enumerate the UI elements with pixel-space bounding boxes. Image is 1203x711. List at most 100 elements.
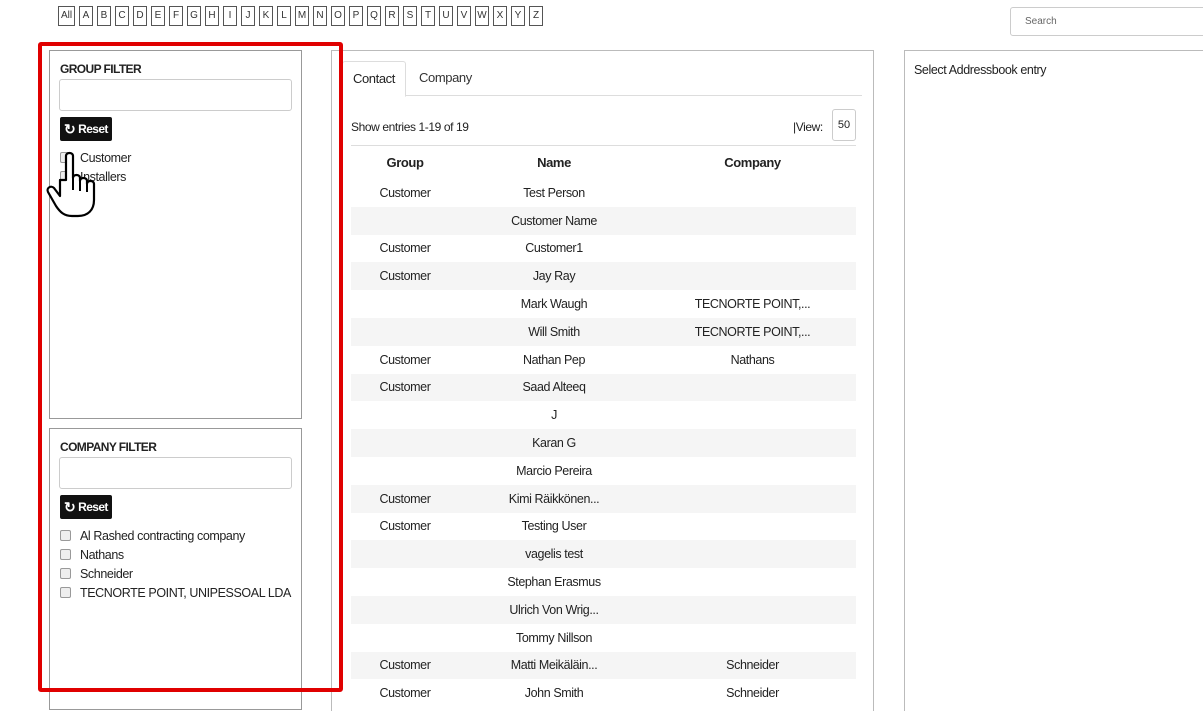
cell-name: Mark Waugh [520, 297, 588, 312]
company-reset-button[interactable]: ↻ Reset [60, 495, 112, 519]
group-reset-label: Reset [78, 122, 108, 136]
table-row[interactable]: Customer Nathan Pep Nathans [351, 346, 856, 374]
table-row[interactable]: Customer Testing User [351, 513, 856, 541]
letter-filter-y[interactable]: Y [511, 6, 525, 26]
letter-filter-z[interactable]: Z [529, 6, 543, 26]
company-filter-item[interactable]: Nathans [60, 545, 291, 564]
cell-name: Jay Ray [532, 269, 576, 284]
page-size-select[interactable]: 50 [832, 109, 856, 141]
cell-name: Customer1 [525, 241, 583, 256]
cell-name: Kimi Räikkönen... [508, 491, 600, 506]
cell-company: Schneider [726, 658, 779, 673]
letter-filter-k[interactable]: K [259, 6, 273, 26]
table-header-row: Group Name Company [351, 146, 856, 179]
search-input[interactable] [1010, 7, 1203, 36]
group-reset-button[interactable]: ↻ Reset [60, 117, 112, 141]
table-row[interactable]: Customer Name [351, 206, 856, 235]
cell-name: Ulrich Von Wrig... [509, 602, 599, 617]
letter-filter-t[interactable]: T [421, 6, 435, 26]
cell-group: Customer [379, 352, 431, 367]
table-row[interactable]: J [351, 401, 856, 429]
letter-filter-a[interactable]: A [79, 6, 93, 26]
cell-name: Saad Alteeq [522, 380, 586, 395]
table-row[interactable]: Karan G [351, 429, 856, 457]
table-row[interactable]: Stephan Erasmus [351, 568, 856, 596]
table-row[interactable]: vagelis test [351, 540, 856, 569]
table-row[interactable]: Customer Test Person [351, 179, 856, 207]
letter-filter-x[interactable]: X [493, 6, 507, 26]
letter-filter-e[interactable]: E [151, 6, 165, 26]
letter-filter-f[interactable]: F [169, 6, 183, 26]
letter-filter-j[interactable]: J [241, 6, 255, 26]
company-filter-item[interactable]: Schneider [60, 564, 291, 583]
group-filter-panel: GROUP FILTER ↻ Reset Customer Installers [49, 50, 302, 419]
group-filter-input[interactable] [59, 79, 292, 111]
letter-filter-q[interactable]: Q [367, 6, 381, 26]
cell-group: Customer [379, 269, 431, 284]
letter-filter-o[interactable]: O [331, 6, 345, 26]
letter-filter-v[interactable]: V [457, 6, 471, 26]
cell-name: Nathan Pep [522, 352, 586, 367]
letter-filter-c[interactable]: C [115, 6, 129, 26]
table-row[interactable]: Mark Waugh TECNORTE POINT,... [351, 290, 856, 318]
column-header-name[interactable]: Name [459, 155, 649, 170]
company-filter-item[interactable]: Al Rashed contracting company [60, 526, 291, 545]
company-filter-item[interactable]: TECNORTE POINT, UNIPESSOAL LDA [60, 583, 291, 602]
table-row[interactable]: Marcio Pereira [351, 457, 856, 485]
cell-company: Schneider [726, 686, 779, 701]
tab-contact[interactable]: Contact [342, 61, 406, 97]
detail-panel: Select Addressbook entry [904, 50, 1203, 711]
letter-filter-n[interactable]: N [313, 6, 327, 26]
cell-group: Customer [379, 380, 431, 395]
letter-filter-g[interactable]: G [187, 6, 201, 26]
letter-filter-l[interactable]: L [277, 6, 291, 26]
cell-name: Customer Name [511, 213, 597, 228]
letter-filter-h[interactable]: H [205, 6, 219, 26]
table-row[interactable]: Customer Customer1 [351, 235, 856, 263]
checkbox[interactable] [60, 549, 71, 560]
table-row[interactable]: Customer Jay Ray [351, 262, 856, 291]
hand-pointer-icon [44, 150, 100, 223]
cell-group: Customer [379, 686, 431, 701]
letter-filter-u[interactable]: U [439, 6, 453, 26]
table-row[interactable]: Will Smith TECNORTE POINT,... [351, 317, 856, 346]
letter-filter-r[interactable]: R [385, 6, 399, 26]
table-row[interactable]: Tommy Nillson [351, 624, 856, 652]
table-row[interactable]: Customer Saad Alteeq [351, 373, 856, 402]
letter-filter-d[interactable]: D [133, 6, 147, 26]
cell-company: TECNORTE POINT,... [694, 297, 811, 312]
letter-filter-w[interactable]: W [475, 6, 489, 26]
cell-group: Customer [379, 658, 431, 673]
company-filter-list: Al Rashed contracting company Nathans Sc… [60, 526, 291, 602]
company-reset-label: Reset [78, 500, 108, 514]
cell-name: Test Person [523, 185, 585, 200]
letter-filter-i[interactable]: I [223, 6, 237, 26]
letter-filter-b[interactable]: B [97, 6, 111, 26]
table-row[interactable]: Customer John Smith Schneider [351, 679, 856, 707]
checkbox[interactable] [60, 530, 71, 541]
tab-company[interactable]: Company [419, 61, 472, 95]
group-filter-title: GROUP FILTER [60, 62, 142, 76]
table-row[interactable]: Customer Kimi Räikkönen... [351, 484, 856, 513]
company-filter-item-label: Schneider [80, 566, 133, 581]
cell-group: Customer [379, 491, 431, 506]
company-filter-input[interactable] [59, 457, 292, 489]
cell-name: Karan G [532, 436, 576, 451]
table-body: Customer Test Person Customer Name Customer… [351, 179, 856, 707]
cell-name: vagelis test [525, 547, 583, 562]
entries-info: Show entries 1-19 of 19 [351, 120, 469, 134]
checkbox[interactable] [60, 587, 71, 598]
letter-filter-p[interactable]: P [349, 6, 363, 26]
cell-name: J [551, 408, 557, 423]
column-header-group[interactable]: Group [351, 155, 459, 170]
cell-group: Customer [379, 519, 431, 534]
column-header-company[interactable]: Company [649, 155, 856, 170]
company-filter-item-label: Nathans [80, 547, 124, 562]
table-row[interactable]: Ulrich Von Wrig... [351, 595, 856, 624]
letter-filter-all[interactable]: All [58, 6, 75, 26]
letter-filter-m[interactable]: M [295, 6, 309, 26]
checkbox[interactable] [60, 568, 71, 579]
table-row[interactable]: Customer Matti Meikäläin... Schneider [351, 651, 856, 680]
cell-name: Testing User [521, 519, 587, 534]
letter-filter-s[interactable]: S [403, 6, 417, 26]
